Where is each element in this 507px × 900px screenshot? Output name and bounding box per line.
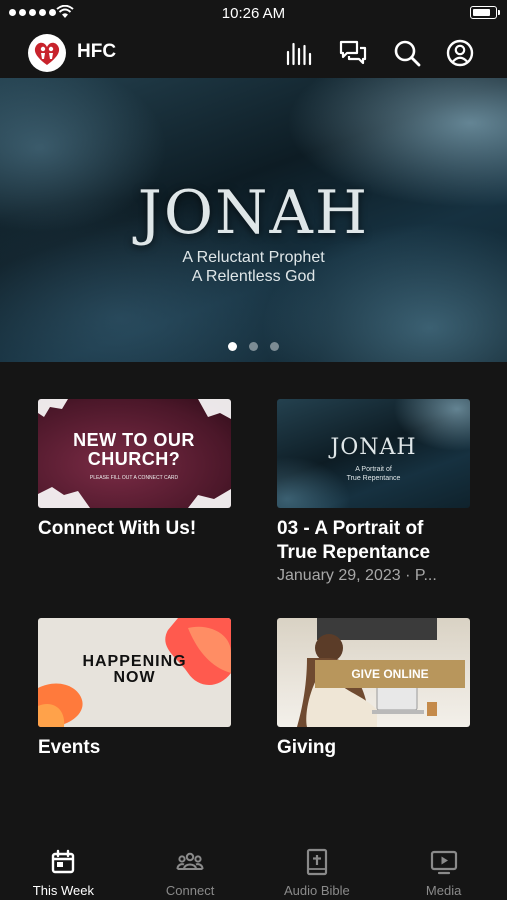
carousel-dot[interactable] [228, 342, 237, 351]
bible-icon [306, 848, 327, 876]
card-title: Giving [277, 737, 337, 758]
sermon-thumbnail: JONAH A Portrait of True Repentance [277, 399, 470, 508]
people-icon [176, 852, 204, 870]
search-icon[interactable] [392, 38, 422, 68]
sermon-image-sub-line1: A Portrait of [355, 466, 392, 473]
connect-thumbnail: NEW TO OUR CHURCH? PLEASE FILL OUT A CON… [38, 399, 231, 508]
hero-banner[interactable]: JONAH A Reluctant Prophet A Relentless G… [0, 78, 507, 362]
connect-image-text: NEW TO OUR CHURCH? [64, 431, 204, 469]
battery-level [473, 9, 490, 16]
tab-label: This Week [32, 883, 94, 898]
card-title-line2: True Repentance [277, 542, 431, 563]
connect-image-line2: CHURCH? [87, 449, 181, 469]
tab-label: Connect [165, 883, 215, 898]
connect-image-line1: NEW TO OUR [73, 430, 195, 450]
hero-title: JONAH [137, 178, 370, 248]
sermon-image-subtitle: A Portrait of True Repentance [277, 465, 470, 483]
card-title: Connect With Us! [38, 518, 197, 539]
events-image-line2: NOW [113, 669, 156, 686]
card-title-line1: 03 - A Portrait of [277, 518, 424, 539]
battery-icon [470, 6, 500, 19]
tab-audio-bible[interactable]: Audio Bible [254, 843, 381, 900]
tab-connect[interactable]: Connect [127, 843, 254, 900]
events-thumbnail: HAPPENING NOW [38, 618, 231, 727]
carousel-dots[interactable] [0, 342, 507, 351]
audio-levels-icon[interactable] [284, 38, 314, 68]
sermon-image-title: JONAH [330, 435, 417, 460]
status-bar: 10:26 AM [0, 0, 507, 28]
card-connect[interactable]: NEW TO OUR CHURCH? PLEASE FILL OUT A CON… [38, 399, 231, 541]
card-title: 03 - A Portrait of True Repentance [277, 517, 470, 565]
events-image-line1: HAPPENING [82, 653, 187, 670]
tab-media[interactable]: Media [380, 843, 507, 900]
app-header: HFC [0, 28, 507, 78]
play-icon [430, 850, 457, 875]
card-giving[interactable]: GIVE ONLINE Giving [277, 618, 470, 760]
tab-this-week[interactable]: This Week [0, 843, 127, 900]
tab-label: Audio Bible [283, 883, 350, 898]
carousel-dot[interactable] [249, 342, 258, 351]
card-events[interactable]: HAPPENING NOW Events [38, 618, 231, 760]
chat-icon[interactable] [338, 38, 368, 68]
card-sermon[interactable]: JONAH A Portrait of True Repentance 03 -… [277, 399, 470, 585]
profile-icon[interactable] [445, 38, 475, 68]
heart-logo-icon [34, 42, 60, 65]
giving-thumbnail: GIVE ONLINE [277, 618, 470, 727]
app-brand-name: HFC [77, 41, 117, 62]
tab-label: Media [425, 883, 462, 898]
connect-image-small-text: PLEASE FILL OUT A CONNECT CARD [89, 475, 179, 481]
hero-subtitle-line1: A Reluctant Prophet [182, 249, 325, 266]
hero-subtitle-line2: A Relentless God [191, 268, 316, 285]
clock: 10:26 AM [221, 5, 286, 22]
events-image-text: HAPPENING NOW [38, 654, 231, 686]
carousel-dot[interactable] [270, 342, 279, 351]
sermon-image-sub-line2: True Repentance [346, 475, 401, 482]
calendar-icon [52, 849, 75, 874]
giving-image-text: GIVE ONLINE [315, 660, 465, 688]
card-title: Events [38, 737, 101, 758]
card-meta: January 29, 2023 · P... [277, 567, 437, 584]
bottom-tab-bar: This Week Connect Audio Bible Media [0, 843, 507, 900]
church-logo[interactable] [28, 34, 66, 72]
